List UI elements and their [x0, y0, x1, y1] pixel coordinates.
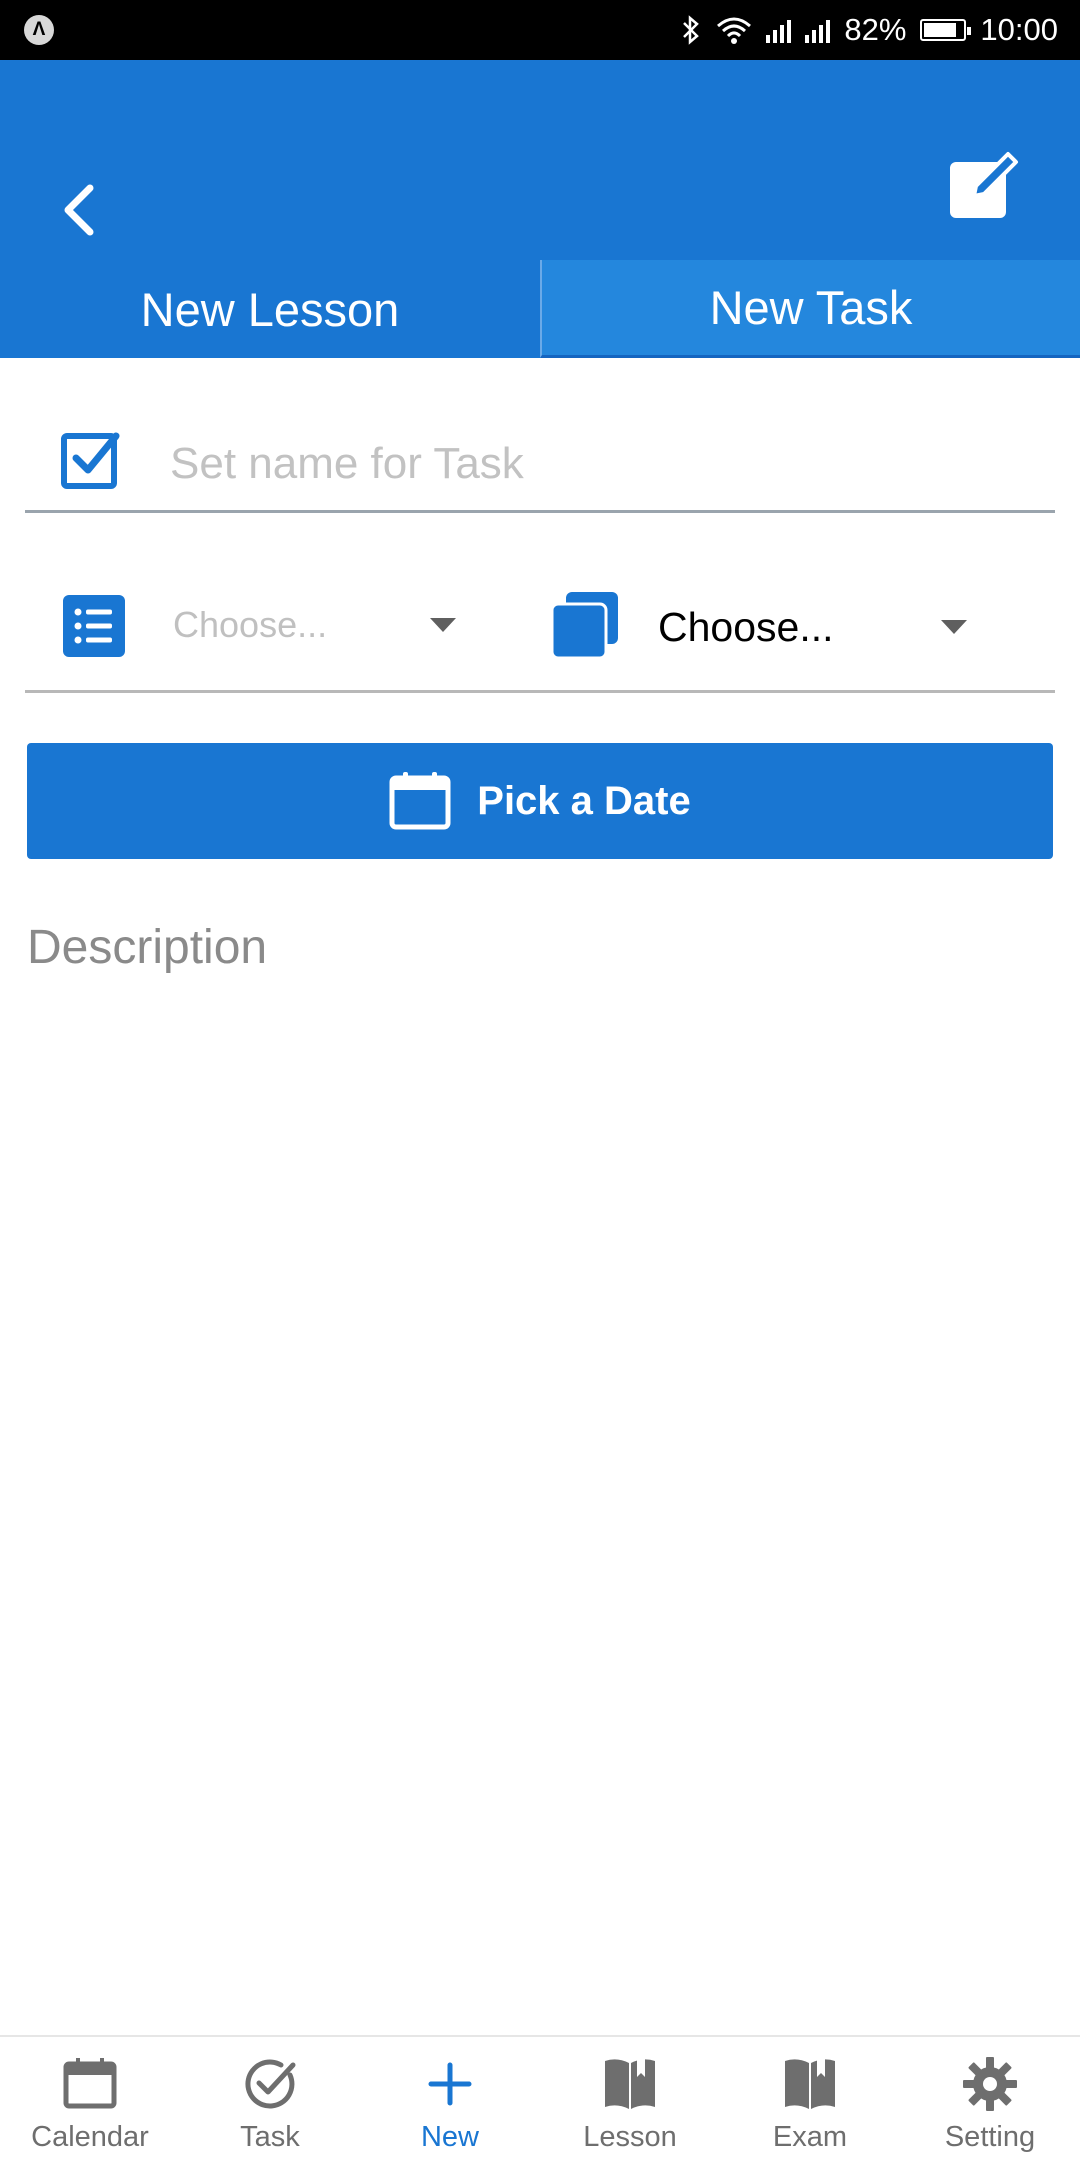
app-notification-icon: Λ [24, 15, 54, 45]
copy-icon [552, 592, 618, 658]
nav-lesson-label: Lesson [583, 2121, 677, 2153]
bluetooth-icon [683, 15, 700, 45]
bottom-navigation: Calendar Task New Lesson Exam Setting [0, 2035, 1080, 2162]
nav-task[interactable]: Task [180, 2037, 360, 2162]
pick-date-label: Pick a Date [477, 778, 691, 823]
nav-new-label: New [420, 2121, 479, 2153]
tab-new-task[interactable]: New Task [540, 260, 1080, 358]
type-select[interactable]: Choose... [658, 604, 834, 651]
plus-icon [428, 2062, 472, 2106]
tab-new-lesson[interactable]: New Lesson [0, 260, 540, 358]
nav-setting-label: Setting [944, 2121, 1036, 2153]
pick-date-button[interactable]: Pick a Date [27, 743, 1053, 859]
calendar-icon [389, 772, 451, 830]
lesson-select[interactable]: Choose... [173, 604, 327, 646]
app-header: New Lesson New Task [0, 60, 1080, 358]
chevron-down-icon[interactable] [430, 618, 456, 632]
checkbox-icon [61, 432, 120, 489]
signal-icon-2 [805, 17, 831, 43]
status-indicators: 82% 10:00 [680, 0, 1058, 60]
check-circle-icon [245, 2059, 296, 2109]
edit-icon[interactable] [948, 148, 1022, 222]
nav-calendar-label: Calendar [31, 2121, 149, 2153]
clock: 10:00 [980, 12, 1058, 47]
back-arrow-icon[interactable] [52, 170, 112, 250]
calendar-icon [63, 2058, 117, 2109]
tab-bar: New Lesson New Task [0, 260, 1080, 358]
nav-exam[interactable]: Exam [720, 2037, 900, 2162]
nav-exam-label: Exam [772, 2121, 848, 2153]
status-bar: Λ 82% 10:00 [0, 0, 1080, 60]
battery-percent: 82% [844, 12, 907, 47]
wifi-icon [717, 17, 752, 44]
chevron-down-icon-2[interactable] [941, 620, 967, 634]
gear-icon [963, 2057, 1017, 2111]
signal-icon [766, 17, 792, 43]
book-icon [785, 2058, 835, 2109]
battery-icon [920, 19, 972, 41]
category-select-row: Choose... Choose... [25, 570, 1055, 693]
nav-new[interactable]: New [360, 2037, 540, 2162]
nav-task-label: Task [240, 2121, 300, 2153]
nav-setting[interactable]: Setting [900, 2037, 1080, 2162]
task-name-input[interactable] [168, 430, 1032, 498]
nav-lesson[interactable]: Lesson [540, 2037, 720, 2162]
description-field[interactable] [27, 920, 1053, 2000]
task-name-row [25, 400, 1055, 513]
list-icon [63, 595, 125, 657]
nav-calendar[interactable]: Calendar [0, 2037, 180, 2162]
book-icon [605, 2058, 655, 2109]
